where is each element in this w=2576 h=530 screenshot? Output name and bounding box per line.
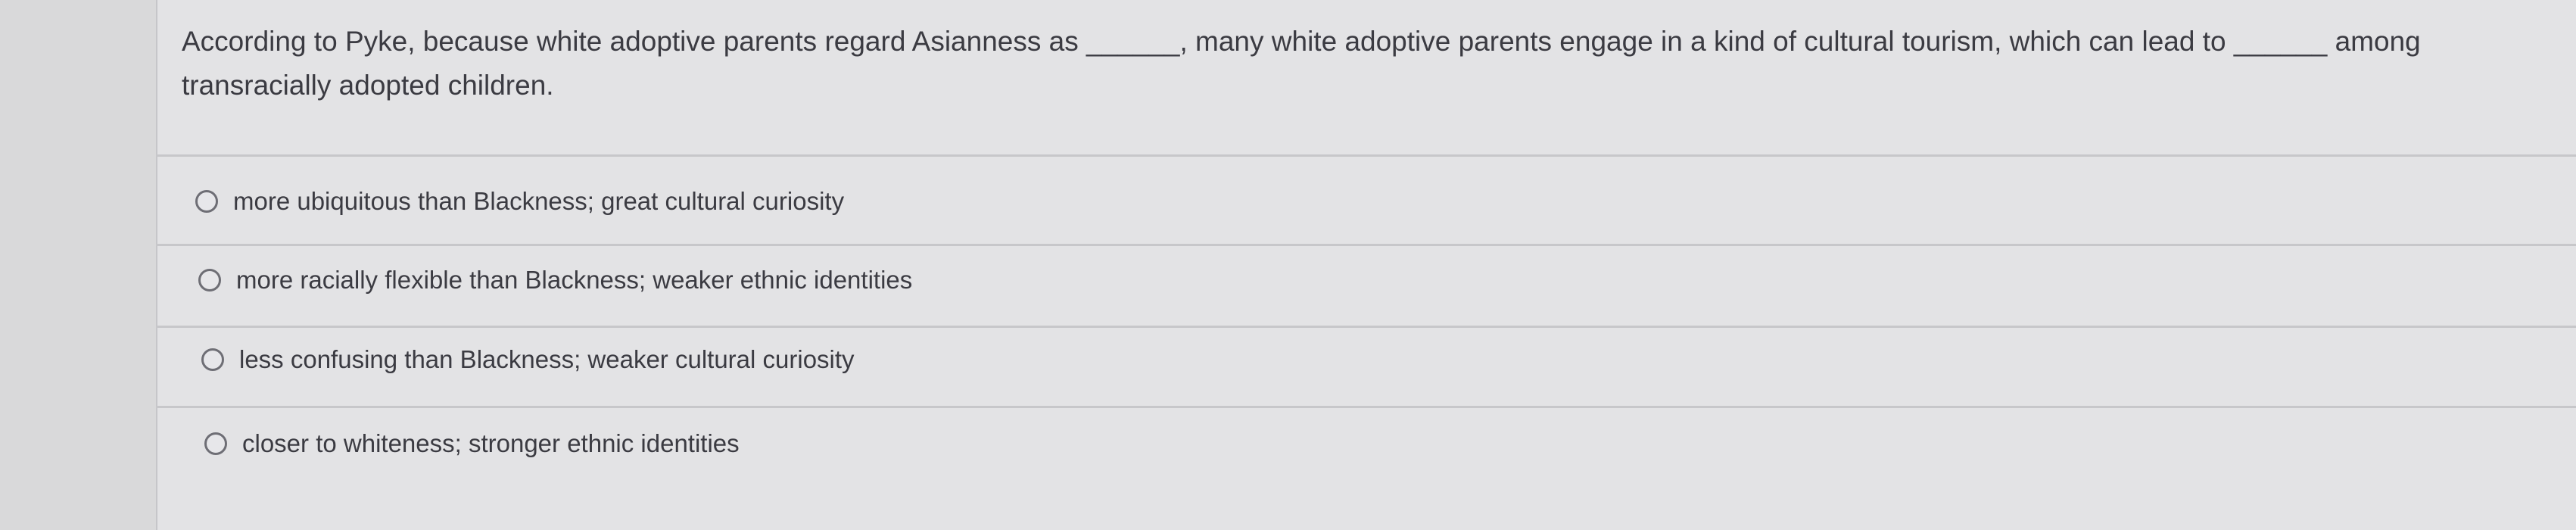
answer-option-2[interactable]: more racially flexible than Blackness; w… — [198, 265, 912, 295]
option-divider — [156, 244, 2576, 246]
question-part-2: , many white adoptive parents engage in … — [1179, 26, 2226, 57]
option-divider — [156, 406, 2576, 408]
radio-button-icon[interactable] — [198, 269, 221, 292]
answer-option-4[interactable]: closer to whiteness; stronger ethnic ide… — [204, 429, 740, 459]
radio-button-icon[interactable] — [195, 190, 218, 213]
question-blank-2: ______ — [2233, 26, 2328, 57]
answer-option-label[interactable]: closer to whiteness; stronger ethnic ide… — [242, 429, 740, 459]
answer-option-label[interactable]: more ubiquitous than Blackness; great cu… — [233, 186, 844, 217]
option-divider — [156, 326, 2576, 328]
answer-option-label[interactable]: more racially flexible than Blackness; w… — [236, 265, 912, 295]
answer-option-3[interactable]: less confusing than Blackness; weaker cu… — [201, 344, 855, 375]
question-part-1: According to Pyke, because white adoptiv… — [182, 26, 1079, 57]
question-text: According to Pyke, because white adoptiv… — [182, 20, 2543, 108]
question-blank-1: ______ — [1086, 26, 1180, 57]
radio-button-icon[interactable] — [201, 348, 224, 371]
answer-option-1[interactable]: more ubiquitous than Blackness; great cu… — [195, 186, 844, 217]
radio-button-icon[interactable] — [204, 432, 227, 455]
divider-top — [156, 154, 2576, 157]
answer-option-label[interactable]: less confusing than Blackness; weaker cu… — [239, 344, 855, 375]
